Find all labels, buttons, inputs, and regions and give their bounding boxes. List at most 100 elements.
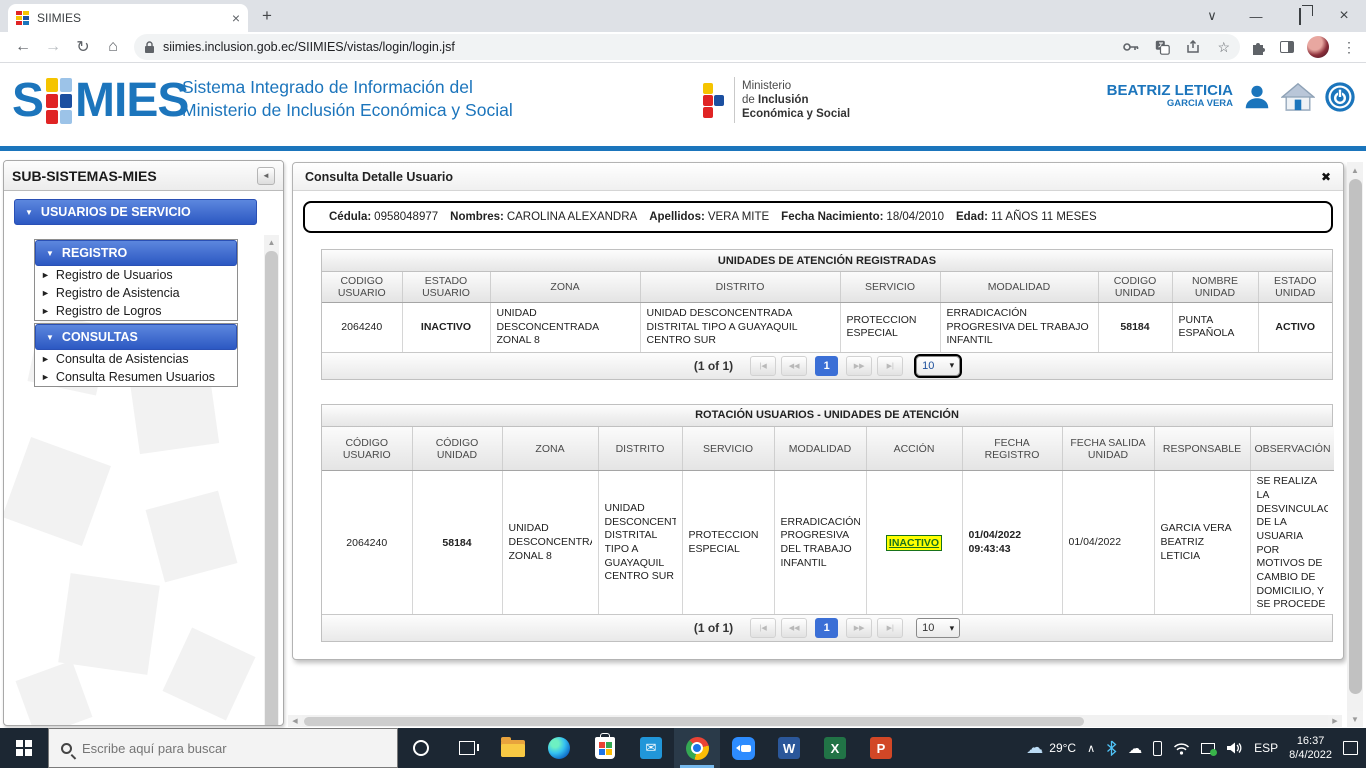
first-page-button[interactable]: |◀ [750, 618, 776, 638]
arrow-right-icon: ► [41, 372, 50, 382]
edad-pair: Edad:11 AÑOS 11 MESES [956, 211, 1097, 223]
page-size-select[interactable]: 10 ▾ [916, 618, 960, 638]
ministry-line1: Ministerio [742, 79, 850, 93]
sidebar-group-header-consultas[interactable]: ▼ CONSULTAS [35, 324, 237, 350]
tab-close-icon[interactable]: × [232, 10, 240, 26]
weather-widget[interactable]: ☁ 29°C [1026, 738, 1076, 758]
scroll-left-icon[interactable]: ◀ [288, 715, 302, 727]
window-minimize-button[interactable]: — [1234, 9, 1278, 24]
taskbar-search-input[interactable] [82, 741, 362, 756]
sidebar-title: SUB-SISTEMAS-MIES [12, 168, 257, 184]
side-panel-icon[interactable] [1280, 41, 1294, 53]
last-page-button[interactable]: ▶| [877, 356, 903, 376]
sidebar-collapse-button[interactable]: ◄ [257, 167, 275, 185]
volume-icon[interactable] [1226, 741, 1243, 755]
taskbar-search[interactable] [48, 728, 398, 768]
window-restore-button[interactable] [1278, 9, 1322, 24]
language-indicator[interactable]: ESP [1254, 741, 1278, 755]
user-profile-icon[interactable] [1242, 82, 1272, 112]
reload-button[interactable]: ↻ [68, 37, 98, 57]
page-size-select[interactable]: 10 ▾ [916, 356, 960, 376]
sidebar-item-registro-usuarios[interactable]: ► Registro de Usuarios [35, 266, 237, 284]
back-button[interactable]: ← [8, 38, 38, 56]
bluetooth-icon[interactable] [1106, 740, 1117, 756]
ministry-line3: Económica y Social [742, 107, 850, 121]
accion-inactivo-link[interactable]: INACTIVO [886, 535, 942, 551]
current-page-button[interactable]: 1 [815, 356, 838, 376]
logout-power-icon[interactable] [1324, 81, 1356, 113]
translate-icon[interactable] [1155, 40, 1170, 55]
sidebar-item-registro-asistencia[interactable]: ► Registro de Asistencia [35, 284, 237, 302]
powerpoint-icon: P [870, 737, 892, 759]
start-button[interactable] [0, 728, 48, 768]
column-header: CODIGO USUARIO [322, 272, 402, 303]
column-header: FECHA REGISTRO [962, 427, 1062, 471]
cell-servicio: PROTECCION ESPECIAL [682, 471, 774, 615]
chevron-down-icon: ▼ [46, 249, 54, 258]
taskbar-clock[interactable]: 16:37 8/4/2022 [1289, 734, 1332, 762]
share-icon[interactable] [1186, 40, 1201, 54]
first-page-button[interactable]: |◀ [750, 356, 776, 376]
sidebar-item-registro-logros[interactable]: ► Registro de Logros [35, 302, 237, 320]
prev-page-button[interactable]: ◀◀ [781, 356, 807, 376]
extensions-puzzle-icon[interactable] [1250, 39, 1267, 56]
panel-close-icon[interactable]: ✖ [1321, 170, 1331, 184]
sidebar-item-usuarios-de-servicio[interactable]: ▼ USUARIOS DE SERVICIO [14, 199, 257, 225]
forward-button[interactable]: → [38, 38, 68, 56]
scrollbar-thumb[interactable] [1349, 179, 1362, 694]
sidebar-group-registro: ▼ REGISTRO ► Registro de Usuarios ► Regi… [34, 239, 238, 321]
new-tab-button[interactable]: + [262, 6, 272, 26]
file-explorer-button[interactable] [490, 728, 536, 768]
browser-tab[interactable]: SIIMIES × [8, 4, 248, 32]
sidebar-group-consultas: ▼ CONSULTAS ► Consulta de Asistencias ► … [34, 323, 238, 387]
scroll-up-icon[interactable]: ▲ [264, 235, 279, 250]
task-view-button[interactable] [444, 728, 490, 768]
cortana-button[interactable] [398, 728, 444, 768]
column-header: ZONA [502, 427, 598, 471]
wifi-icon[interactable] [1173, 742, 1190, 755]
tray-expand-icon[interactable]: ∧ [1087, 742, 1095, 755]
sidebar-scrollbar[interactable]: ▲ ▼ [264, 235, 279, 726]
ministry-line2: de Inclusión [742, 93, 850, 107]
siimies-favicon-icon [16, 11, 29, 25]
scroll-up-icon[interactable]: ▲ [1347, 162, 1363, 178]
onedrive-icon[interactable]: ☁ [1128, 740, 1142, 757]
zoom-button[interactable] [720, 728, 766, 768]
store-button[interactable] [582, 728, 628, 768]
excel-button[interactable]: X [812, 728, 858, 768]
scrollbar-thumb[interactable] [265, 251, 278, 726]
notification-center-icon[interactable] [1343, 741, 1358, 755]
edge-button[interactable] [536, 728, 582, 768]
scrollbar-thumb[interactable] [304, 717, 1084, 726]
tab-search-chevron-icon[interactable]: ∨ [1190, 8, 1234, 24]
prev-page-button[interactable]: ◀◀ [781, 618, 807, 638]
scroll-down-icon[interactable]: ▼ [1347, 711, 1363, 727]
content-vertical-scrollbar[interactable]: ▲ ▼ [1347, 162, 1363, 727]
scroll-right-icon[interactable]: ▶ [1328, 715, 1342, 727]
address-bar[interactable]: siimies.inclusion.gob.ec/SIIMIES/vistas/… [134, 34, 1240, 60]
content-horizontal-scrollbar[interactable]: ◀ ▶ [288, 715, 1342, 727]
home-nav-icon[interactable] [1281, 82, 1315, 112]
network-status-icon[interactable] [1201, 743, 1215, 754]
sidebar-item-consulta-resumen[interactable]: ► Consulta Resumen Usuarios [35, 368, 237, 386]
window-close-button[interactable]: × [1322, 7, 1366, 25]
next-page-button[interactable]: ▶▶ [846, 356, 872, 376]
sidebar-item-consulta-asistencias[interactable]: ► Consulta de Asistencias [35, 350, 237, 368]
mail-button[interactable]: ✉ [628, 728, 674, 768]
browser-menu-icon[interactable]: ⋮ [1342, 39, 1356, 56]
current-page-button[interactable]: 1 [815, 618, 838, 638]
chrome-button[interactable] [674, 728, 720, 768]
profile-avatar[interactable] [1307, 36, 1329, 58]
your-phone-icon[interactable] [1153, 741, 1162, 756]
cell-accion: INACTIVO [866, 471, 962, 615]
home-button[interactable]: ⌂ [98, 38, 128, 56]
password-key-icon[interactable] [1123, 42, 1139, 52]
powerpoint-button[interactable]: P [858, 728, 904, 768]
item-label: Registro de Logros [56, 304, 162, 318]
sidebar-group-header-registro[interactable]: ▼ REGISTRO [35, 240, 237, 266]
bookmark-star-icon[interactable]: ☆ [1217, 39, 1230, 56]
column-header: NOMBRE UNIDAD [1172, 272, 1258, 303]
word-button[interactable]: W [766, 728, 812, 768]
next-page-button[interactable]: ▶▶ [846, 618, 872, 638]
last-page-button[interactable]: ▶| [877, 618, 903, 638]
